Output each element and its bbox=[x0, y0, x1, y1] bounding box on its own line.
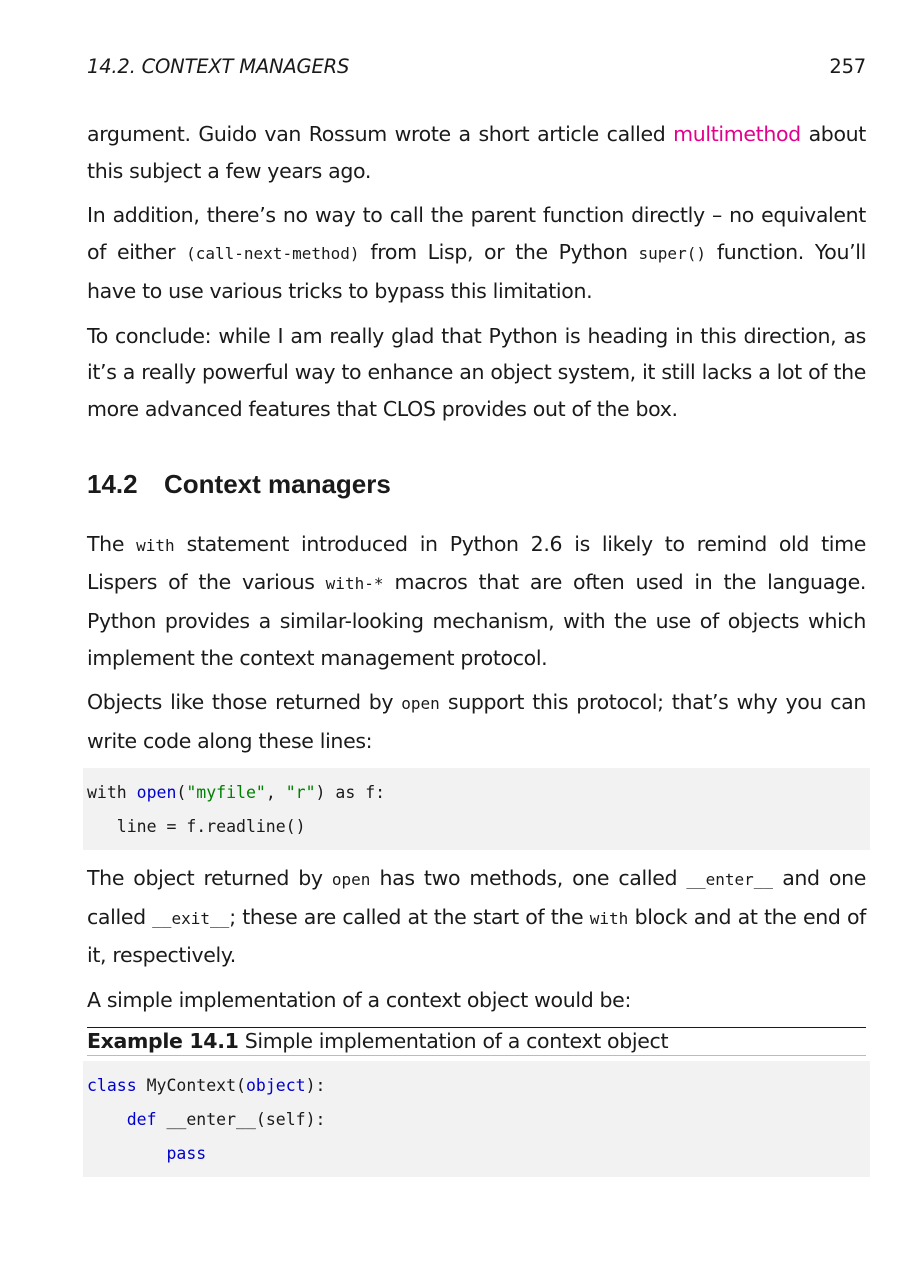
multimethod-link[interactable]: multimethod bbox=[673, 122, 801, 146]
inline-code: (call-next-method) bbox=[186, 244, 360, 264]
inline-code: __exit__ bbox=[152, 908, 230, 928]
text-run: The bbox=[87, 531, 137, 556]
paragraph-enter-exit: The object returned by open has two meth… bbox=[87, 860, 866, 974]
code-token: open bbox=[136, 782, 177, 802]
inline-code: __enter__ bbox=[686, 869, 774, 889]
text-run: has two methods, one called bbox=[370, 865, 687, 890]
section-number: 14.2 bbox=[87, 468, 138, 499]
text-run: argument. Guido van Rossum wrote a short… bbox=[87, 122, 674, 146]
code-line: def __enter__(self): bbox=[87, 1103, 866, 1137]
page-number: 257 bbox=[829, 55, 866, 78]
code-token: pass bbox=[166, 1143, 207, 1163]
code-line: with open("myfile", "r") as f: bbox=[87, 776, 866, 810]
code-token: "myfile" bbox=[186, 782, 266, 802]
paragraph-multimethod: argument. Guido van Rossum wrote a short… bbox=[87, 116, 866, 189]
code-block-with-open: with open("myfile", "r") as f: line = f.… bbox=[83, 767, 870, 850]
page-body: argument. Guido van Rossum wrote a short… bbox=[83, 116, 870, 1187]
example-caption-text: Simple implementation of a context objec… bbox=[238, 1028, 669, 1053]
inline-code: super() bbox=[638, 244, 706, 264]
code-line: class MyContext(object): bbox=[87, 1069, 866, 1103]
text-run: Objects like those returned by bbox=[87, 690, 402, 715]
code-token: ) as f: bbox=[315, 782, 386, 802]
running-header: 14.2. CONTEXT MANAGERS 257 bbox=[87, 55, 866, 78]
inline-code: with-* bbox=[325, 574, 384, 594]
inline-code: open bbox=[331, 869, 371, 889]
book-page: 14.2. CONTEXT MANAGERS 257 argument. Gui… bbox=[0, 0, 909, 1286]
inline-code: with bbox=[136, 535, 175, 555]
paragraph-conclusion: To conclude: while I am really glad that… bbox=[87, 323, 866, 421]
code-line: line = f.readline() bbox=[87, 816, 306, 836]
text-run: from Lisp, or the Python bbox=[359, 240, 639, 265]
code-token: object bbox=[245, 1075, 306, 1095]
example-caption: Example 14.1 Simple implementation of a … bbox=[87, 1026, 866, 1056]
paragraph-parent-call: In addition, there’s no way to call the … bbox=[87, 197, 866, 309]
text-run: ; these are called at the start of the bbox=[229, 904, 590, 929]
paragraph-open-protocol: Objects like those returned by open supp… bbox=[87, 684, 866, 759]
code-token: __enter__(self): bbox=[156, 1109, 326, 1129]
section-title: Context managers bbox=[164, 468, 391, 499]
paragraph-with-statement: The with statement introduced in Python … bbox=[87, 526, 866, 677]
running-header-title: 14.2. CONTEXT MANAGERS bbox=[87, 55, 350, 78]
inline-code: with bbox=[589, 908, 629, 928]
text-run: The object returned by bbox=[87, 865, 332, 890]
section-heading: 14.2 Context managers bbox=[87, 468, 866, 500]
example-label: Example 14.1 bbox=[87, 1028, 239, 1053]
code-token: MyContext( bbox=[136, 1075, 246, 1095]
code-token: ( bbox=[176, 782, 187, 802]
inline-code: open bbox=[401, 694, 440, 714]
code-token: def bbox=[126, 1109, 157, 1129]
code-line: pass bbox=[87, 1137, 866, 1171]
code-token: , bbox=[265, 782, 286, 802]
paragraph-simple-impl: A simple implementation of a context obj… bbox=[87, 987, 631, 1012]
code-token: ): bbox=[305, 1075, 326, 1095]
code-token: with bbox=[87, 782, 137, 802]
code-block-mycontext: class MyContext(object): def __enter__(s… bbox=[83, 1060, 870, 1177]
code-token: class bbox=[87, 1075, 137, 1095]
code-token: "r" bbox=[285, 782, 316, 802]
